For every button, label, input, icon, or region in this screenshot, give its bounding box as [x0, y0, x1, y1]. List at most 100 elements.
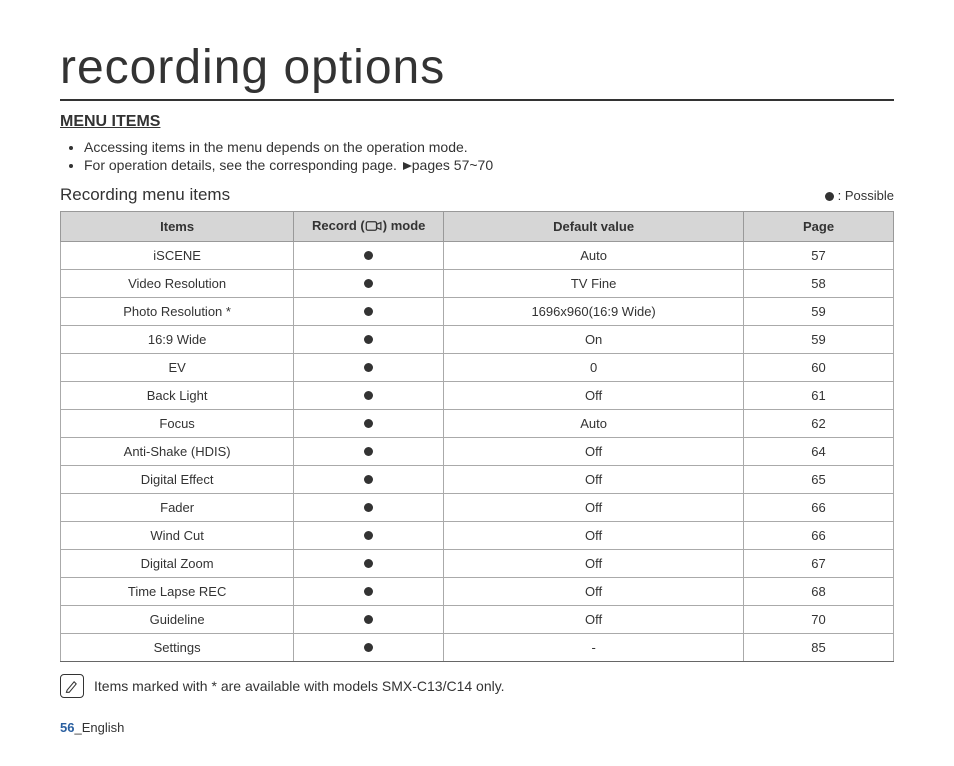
table-subtitle: Recording menu items	[60, 185, 230, 205]
cell-record	[294, 270, 444, 298]
table-row: Focus Auto62	[61, 410, 894, 438]
cell-item: Digital Zoom	[61, 550, 294, 578]
subtitle-row: Recording menu items : Possible	[60, 185, 894, 205]
cell-page: 68	[744, 578, 894, 606]
camcorder-icon	[365, 220, 383, 235]
dot-icon	[364, 503, 373, 512]
table-row: GuidelineOff70	[61, 606, 894, 634]
page-footer: 56_English	[60, 720, 894, 735]
cell-default: Auto	[444, 410, 744, 438]
cell-record	[294, 494, 444, 522]
footer-lang: _English	[74, 720, 124, 735]
page-ref: pages 57~70	[412, 157, 493, 173]
cell-item: Photo Resolution *	[61, 298, 294, 326]
note-icon	[60, 674, 84, 698]
cell-default: Off	[444, 578, 744, 606]
cell-record	[294, 522, 444, 550]
note-text: Items marked with * are available with m…	[94, 678, 505, 694]
cell-default: 1696x960(16:9 Wide)	[444, 298, 744, 326]
cell-record	[294, 242, 444, 270]
table-row: Digital EffectOff65	[61, 466, 894, 494]
cell-record	[294, 550, 444, 578]
recording-menu-table: Items Record () mode Default value Page …	[60, 211, 894, 662]
section-heading: MENU ITEMS	[60, 113, 894, 131]
dot-icon	[364, 363, 373, 372]
info-bullets: Accessing items in the menu depends on t…	[60, 139, 894, 173]
dot-icon	[364, 475, 373, 484]
table-row: Digital ZoomOff67	[61, 550, 894, 578]
page-title: recording options	[60, 40, 894, 101]
cell-record	[294, 438, 444, 466]
cell-page: 57	[744, 242, 894, 270]
dot-icon	[364, 559, 373, 568]
legend: : Possible	[825, 188, 894, 203]
cell-item: Fader	[61, 494, 294, 522]
table-row: 16:9 Wide On59	[61, 326, 894, 354]
page-number: 56	[60, 720, 74, 735]
cell-item: Time Lapse REC	[61, 578, 294, 606]
cell-item: Anti-Shake (HDIS)	[61, 438, 294, 466]
cell-default: Off	[444, 466, 744, 494]
cell-item: Back Light	[61, 382, 294, 410]
cell-record	[294, 382, 444, 410]
table-row: Wind Cut Off66	[61, 522, 894, 550]
table-row: EV060	[61, 354, 894, 382]
dot-icon	[364, 587, 373, 596]
table-body: iSCENEAuto57Video ResolutionTV Fine58Pho…	[61, 242, 894, 662]
dot-icon	[364, 391, 373, 400]
cell-item: iSCENE	[61, 242, 294, 270]
table-row: Photo Resolution *1696x960(16:9 Wide)59	[61, 298, 894, 326]
cell-default: 0	[444, 354, 744, 382]
table-header: Items Record () mode Default value Page	[61, 212, 894, 242]
note-row: Items marked with * are available with m…	[60, 674, 894, 698]
dot-icon	[364, 307, 373, 316]
cell-default: Auto	[444, 242, 744, 270]
cell-item: Wind Cut	[61, 522, 294, 550]
dot-icon	[364, 251, 373, 260]
cell-default: On	[444, 326, 744, 354]
th-record-suffix: ) mode	[383, 218, 426, 233]
dot-icon	[364, 335, 373, 344]
dot-icon	[364, 531, 373, 540]
cell-record	[294, 578, 444, 606]
cell-default: Off	[444, 382, 744, 410]
th-record-prefix: Record (	[312, 218, 365, 233]
cell-page: 59	[744, 326, 894, 354]
cell-record	[294, 354, 444, 382]
cell-page: 58	[744, 270, 894, 298]
cell-default: -	[444, 634, 744, 662]
th-default: Default value	[444, 212, 744, 242]
cell-page: 67	[744, 550, 894, 578]
cell-page: 61	[744, 382, 894, 410]
cell-default: Off	[444, 606, 744, 634]
cell-record	[294, 410, 444, 438]
cell-page: 64	[744, 438, 894, 466]
cell-record	[294, 606, 444, 634]
bullet-text: For operation details, see the correspon…	[84, 157, 397, 173]
table-row: Fader Off66	[61, 494, 894, 522]
cell-page: 62	[744, 410, 894, 438]
cell-page: 66	[744, 494, 894, 522]
dot-icon	[364, 447, 373, 456]
table-row: Back Light Off61	[61, 382, 894, 410]
page-container: recording options MENU ITEMS Accessing i…	[0, 0, 954, 765]
table-row: Anti-Shake (HDIS)Off64	[61, 438, 894, 466]
dot-icon	[825, 192, 834, 201]
table-row: Video Resolution TV Fine58	[61, 270, 894, 298]
cell-item: Focus	[61, 410, 294, 438]
table-row: Time Lapse REC Off68	[61, 578, 894, 606]
cell-page: 70	[744, 606, 894, 634]
cell-item: EV	[61, 354, 294, 382]
cell-item: 16:9 Wide	[61, 326, 294, 354]
cell-item: Video Resolution	[61, 270, 294, 298]
dot-icon	[364, 615, 373, 624]
bullet-item: Accessing items in the menu depends on t…	[84, 139, 894, 155]
table-row: iSCENE Auto57	[61, 242, 894, 270]
cell-default: Off	[444, 494, 744, 522]
arrow-right-icon	[403, 162, 412, 170]
cell-default: Off	[444, 522, 744, 550]
th-record: Record ( ) mode	[294, 212, 444, 242]
cell-page: 66	[744, 522, 894, 550]
cell-page: 85	[744, 634, 894, 662]
cell-default: TV Fine	[444, 270, 744, 298]
